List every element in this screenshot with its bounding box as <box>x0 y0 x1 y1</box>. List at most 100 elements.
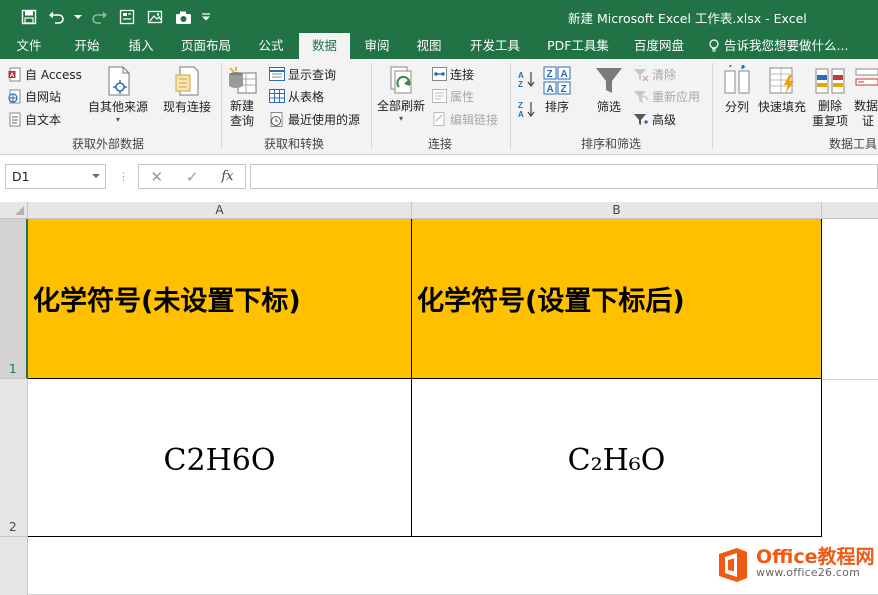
web-icon <box>8 89 21 103</box>
name-box[interactable]: D1 <box>5 164 106 189</box>
edit-links-icon <box>433 112 445 126</box>
svg-text:A: A <box>10 72 15 79</box>
properties-button[interactable]: 属性 <box>432 86 474 106</box>
tab-file[interactable]: 文件 <box>4 33 54 59</box>
tab-view[interactable]: 视图 <box>406 33 452 59</box>
row-header-3[interactable] <box>0 537 28 595</box>
group-label-connections: 连接 <box>428 137 453 151</box>
refresh-all-button[interactable]: 全部刷新 ▾ <box>377 65 425 124</box>
sort-button[interactable]: ZAAZ 排序 <box>542 65 572 115</box>
refresh-all-icon <box>390 66 412 94</box>
sort-ascending-button[interactable]: AZ <box>518 69 536 89</box>
cancel-icon[interactable]: ✕ <box>150 168 163 186</box>
sort-icon: Z AA Z <box>543 66 571 95</box>
worksheet-grid: A B 1 2 化学符号(未设置下标) 化学符号(设置下标后) C2H6O C₂… <box>0 202 878 595</box>
cell-b2[interactable]: C₂H₆O <box>412 379 822 537</box>
filter-icon <box>596 68 622 93</box>
name-box-dropdown-icon[interactable] <box>92 174 100 178</box>
title-bar: 新建 Microsoft Excel 工作表.xlsx - Excel <box>0 0 878 33</box>
show-queries-button[interactable]: 显示查询 <box>269 64 336 84</box>
camera-icon[interactable] <box>172 6 194 28</box>
formula-buttons: ✕ ✓ fx <box>138 164 246 189</box>
tab-baidu-netdisk[interactable]: 百度网盘 <box>626 33 692 59</box>
svg-text:A: A <box>518 71 524 80</box>
cell-a1[interactable]: 化学符号(未设置下标) <box>28 219 412 379</box>
svg-text:Z: Z <box>518 101 523 110</box>
data-validation-button[interactable]: 数据 证 <box>854 65 878 129</box>
ribbon: A 自 Access 自网站 自文本 自其他来源 ▾ 现有连接 获取外部数据 新… <box>0 59 878 155</box>
existing-connections-button[interactable]: 现有连接 <box>163 65 211 115</box>
group-separator <box>371 63 372 149</box>
column-header-c[interactable] <box>822 202 878 219</box>
from-web-button[interactable]: 自网站 <box>8 86 61 106</box>
gridline <box>822 379 878 380</box>
edit-links-button[interactable]: 编辑链接 <box>432 109 498 129</box>
column-header-a[interactable]: A <box>28 202 412 219</box>
tab-developer[interactable]: 开发工具 <box>460 33 530 59</box>
table-icon <box>269 89 285 103</box>
advanced-filter-icon <box>634 113 648 125</box>
form-icon[interactable] <box>116 6 138 28</box>
existing-connections-icon <box>175 66 199 96</box>
flash-fill-button[interactable]: 快速填充 <box>758 65 806 115</box>
tab-insert[interactable]: 插入 <box>116 33 166 59</box>
svg-text:A: A <box>561 69 568 80</box>
redo-icon[interactable] <box>88 6 110 28</box>
group-label-get-transform: 获取和转换 <box>264 137 325 151</box>
sort-descending-button[interactable]: ZA <box>518 99 536 119</box>
customize-qat-icon[interactable] <box>200 6 212 28</box>
advanced-filter-button[interactable]: 高级 <box>633 109 676 129</box>
select-all-button[interactable] <box>0 202 28 219</box>
text-to-columns-button[interactable]: 分列 <box>722 65 752 115</box>
tab-review[interactable]: 审阅 <box>355 33 399 59</box>
watermark: Office教程网 www.office26.com <box>715 546 875 584</box>
save-icon[interactable] <box>18 6 40 28</box>
watermark-text: Office教程网 www.office26.com <box>756 546 875 580</box>
row-header-1[interactable]: 1 <box>0 219 28 379</box>
remove-duplicates-button[interactable]: 删除 重复项 <box>812 65 848 129</box>
connections-icon <box>432 67 447 81</box>
enter-icon[interactable]: ✓ <box>186 168 199 186</box>
flash-fill-icon <box>769 67 794 94</box>
tab-home[interactable]: 开始 <box>61 33 113 59</box>
remove-duplicates-icon <box>815 68 845 94</box>
undo-dropdown-icon[interactable] <box>74 6 82 28</box>
from-access-button[interactable]: A 自 Access <box>8 64 82 84</box>
tab-formulas[interactable]: 公式 <box>248 33 294 59</box>
recent-sources-button[interactable]: 最近使用的源 <box>269 109 360 129</box>
from-text-button[interactable]: 自文本 <box>8 109 61 129</box>
formula-input[interactable] <box>250 164 878 189</box>
sort-descending-icon: ZA <box>518 101 535 118</box>
from-other-sources-button[interactable]: 自其他来源 ▾ <box>88 65 148 125</box>
quick-access-toolbar <box>18 6 212 28</box>
group-label-data-tools: 数据工具 <box>829 137 878 151</box>
picture-icon[interactable] <box>144 6 166 28</box>
tab-page-layout[interactable]: 页面布局 <box>170 33 242 59</box>
text-to-columns-icon <box>724 65 750 94</box>
insert-function-icon[interactable]: fx <box>221 169 233 184</box>
lightbulb-icon <box>709 39 719 52</box>
tab-pdf-tools[interactable]: PDF工具集 <box>538 33 618 59</box>
filter-button[interactable]: 筛选 <box>594 65 624 115</box>
reapply-button[interactable]: 重新应用 <box>633 86 700 106</box>
from-table-button[interactable]: 从表格 <box>269 86 324 106</box>
formula-bar: D1 ⋮ ✕ ✓ fx <box>0 156 878 202</box>
row-header-2[interactable]: 2 <box>0 379 28 537</box>
other-sources-icon <box>108 66 130 96</box>
tell-me-box[interactable]: 告诉我您想要做什么... <box>708 33 868 59</box>
group-label-sort-filter: 排序和筛选 <box>581 137 642 151</box>
undo-icon[interactable] <box>46 6 68 28</box>
formula-bar-grip-icon[interactable]: ⋮ <box>118 170 129 183</box>
data-validation-icon <box>855 68 878 86</box>
tab-data[interactable]: 数据 <box>299 33 350 59</box>
cell-b1[interactable]: 化学符号(设置下标后) <box>412 219 822 379</box>
office-logo-icon <box>719 548 747 582</box>
text-file-icon <box>9 112 21 126</box>
clear-filter-button[interactable]: 清除 <box>633 64 676 84</box>
column-header-b[interactable]: B <box>412 202 822 219</box>
sort-ascending-icon: AZ <box>518 71 535 88</box>
connections-button[interactable]: 连接 <box>432 64 474 84</box>
properties-icon <box>432 89 447 103</box>
cell-a2[interactable]: C2H6O <box>28 379 412 537</box>
new-query-button[interactable]: 新建 查询 <box>226 65 258 129</box>
